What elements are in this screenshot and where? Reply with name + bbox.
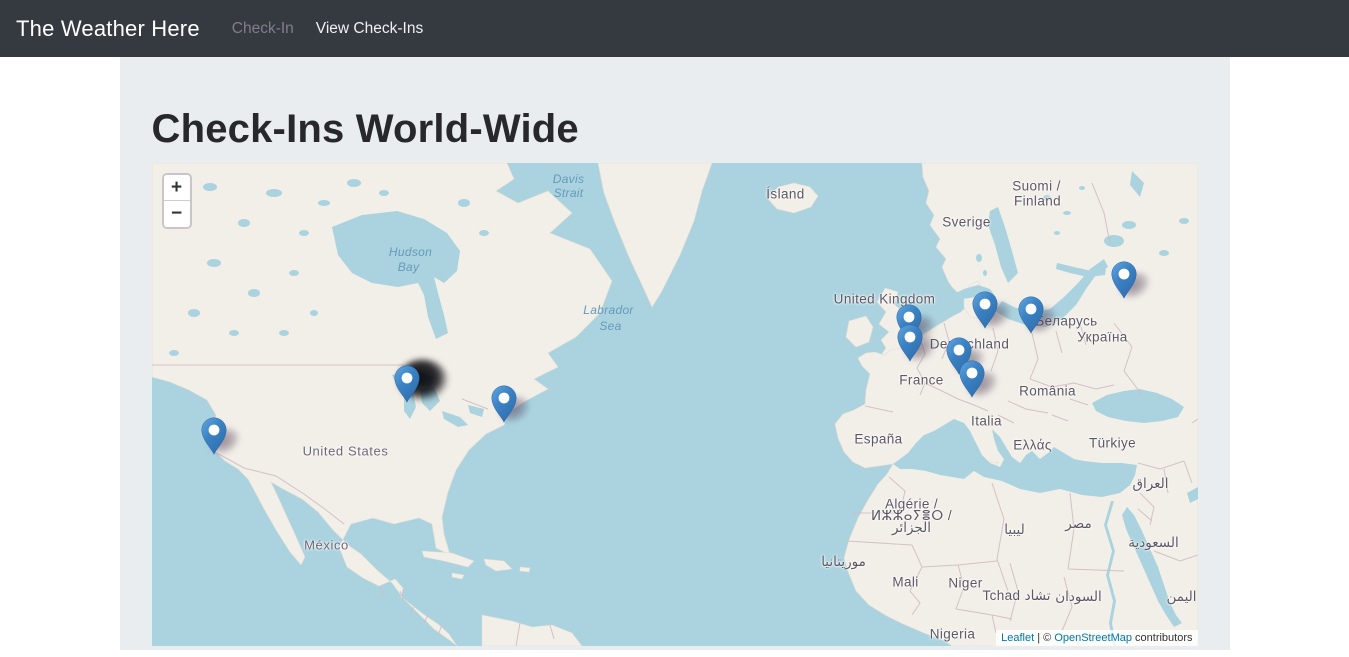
map-pin-icon [491,385,517,423]
map-markers-layer [152,163,1198,646]
map-pin-icon [394,365,420,403]
nav-link-view-check-ins[interactable]: View Check-Ins [308,12,431,46]
check-in-marker[interactable] [1018,296,1044,334]
page-title: Check-Ins World-Wide [152,57,1198,152]
map-pin-icon [959,360,985,398]
check-in-marker[interactable] [394,365,420,403]
map-pin-icon [201,417,227,455]
map-pin-icon [1018,296,1044,334]
zoom-out-button[interactable]: − [164,201,190,227]
map-pin-icon [897,324,923,362]
navbar: The Weather Here Check-In View Check-Ins [0,0,1349,57]
zoom-in-button[interactable]: + [164,175,190,201]
content-container: Check-Ins World-Wide [120,57,1230,650]
map-attribution: Leaflet | © OpenStreetMap contributors [996,630,1197,646]
map-pin-icon [972,291,998,329]
attribution-separator: | © [1034,632,1054,644]
zoom-control: + − [162,173,192,229]
map-canvas[interactable]: DavisStraitHudsonBayLabradorSeaÍslandSuo… [152,163,1198,646]
check-in-marker[interactable] [897,324,923,362]
openstreetmap-link[interactable]: OpenStreetMap [1054,632,1132,644]
check-in-marker[interactable] [201,417,227,455]
leaflet-link[interactable]: Leaflet [1001,632,1034,644]
brand-link[interactable]: The Weather Here [16,16,200,42]
check-in-marker[interactable] [1111,261,1137,299]
check-in-marker[interactable] [491,385,517,423]
attribution-suffix: contributors [1132,632,1193,644]
map-pin-icon [1111,261,1137,299]
check-in-marker[interactable] [959,360,985,398]
check-in-marker[interactable] [972,291,998,329]
nav-link-check-in[interactable]: Check-In [224,12,302,46]
